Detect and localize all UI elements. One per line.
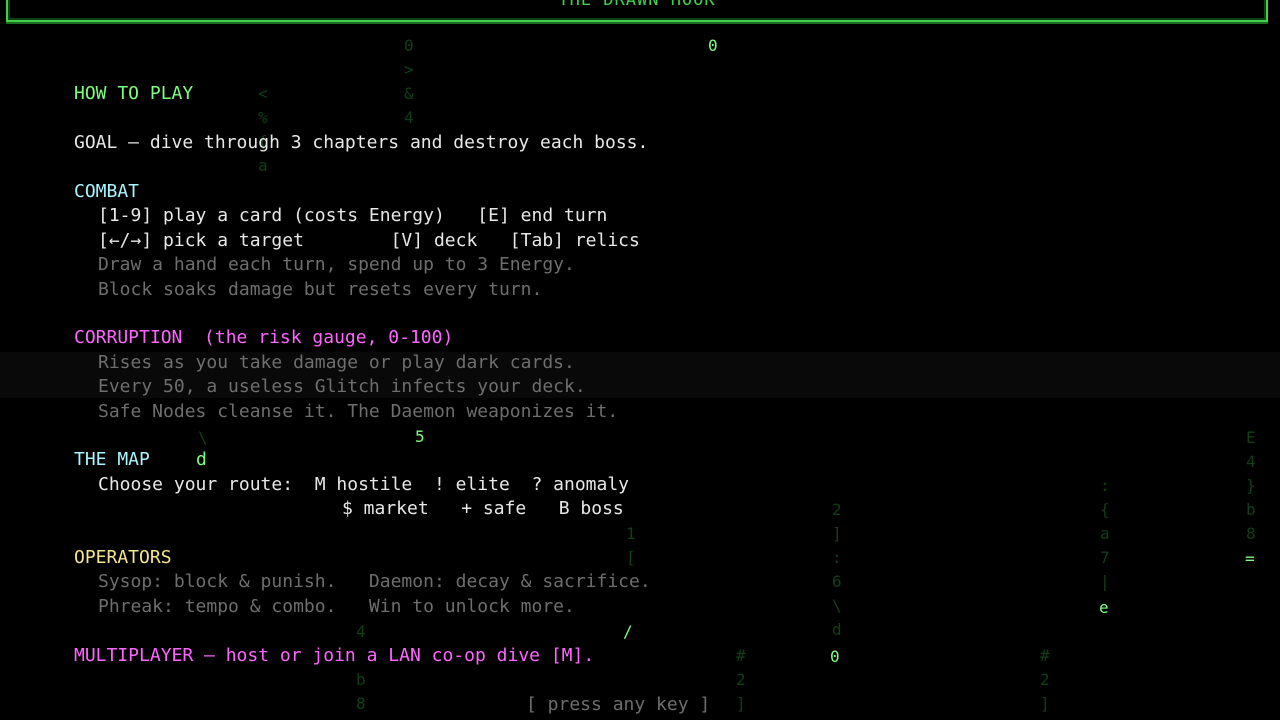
map-heading: THE MAP <box>74 449 150 470</box>
combat-note-1: Draw a hand each turn, spend up to 3 Ene… <box>98 254 575 275</box>
operators-line-2: Phreak: tempo & combo. Win to unlock mor… <box>98 596 575 617</box>
matrix-rain-column: \ <box>198 428 208 447</box>
matrix-rain-column: # 2 ] <box>736 646 746 713</box>
combat-note-2: Block soaks damage but resets every turn… <box>98 279 543 300</box>
matrix-rain-head: d <box>196 449 207 470</box>
press-any-key-prompt[interactable]: [ press any key ] <box>526 693 710 717</box>
corruption-line-1: Rises as you take damage or play dark ca… <box>98 352 575 373</box>
matrix-rain-head: / <box>623 622 633 641</box>
corruption-line-2: Every 50, a useless Glitch infects your … <box>98 376 586 397</box>
matrix-rain-column: : { a 7 | <box>1100 476 1110 591</box>
game-title: THE DRAWN HOOK <box>558 0 716 10</box>
matrix-rain-head: 5 <box>415 427 425 446</box>
combat-controls-line-1: [1-9] play a card (costs Energy) [E] end… <box>98 205 608 226</box>
combat-controls-line-2: [←/→] pick a target [V] deck [Tab] relic… <box>98 230 640 251</box>
combat-heading: COMBAT <box>74 181 140 202</box>
matrix-rain-head: = <box>1245 549 1255 568</box>
matrix-rain-column: 4 b 8 <box>356 622 366 713</box>
matrix-rain-column: 0 > & 4 <box>404 36 414 127</box>
map-legend-line-2: $ market + safe B boss <box>342 498 624 519</box>
operators-heading: OPERATORS <box>74 547 172 568</box>
matrix-rain-column: # 2 ] <box>1040 646 1050 713</box>
title-frame: THE DRAWN HOOK <box>6 0 1268 22</box>
matrix-rain-column: < % { a <box>258 84 268 175</box>
multiplayer-text: MULTIPLAYER — host or join a LAN co-op d… <box>74 645 595 666</box>
corruption-line-3: Safe Nodes cleanse it. The Daemon weapon… <box>98 401 619 422</box>
corruption-heading: CORRUPTION (the risk gauge, 0-100) <box>74 327 454 348</box>
matrix-rain-column: 2 ] : 6 \ d <box>832 500 842 639</box>
matrix-rain-head: e <box>1099 598 1109 617</box>
map-legend-line-1: Choose your route: M hostile ! elite ? a… <box>98 474 630 495</box>
matrix-rain-head: 0 <box>830 647 840 666</box>
how-to-play-heading: HOW TO PLAY <box>74 83 194 104</box>
matrix-rain-head: 0 <box>708 36 718 55</box>
matrix-rain-column: 1 [ <box>626 524 636 567</box>
goal-text: GOAL — dive through 3 chapters and destr… <box>74 132 649 153</box>
operators-line-1: Sysop: block & punish. Daemon: decay & s… <box>98 571 651 592</box>
matrix-rain-column: E 4 } b 8 <box>1246 428 1256 543</box>
